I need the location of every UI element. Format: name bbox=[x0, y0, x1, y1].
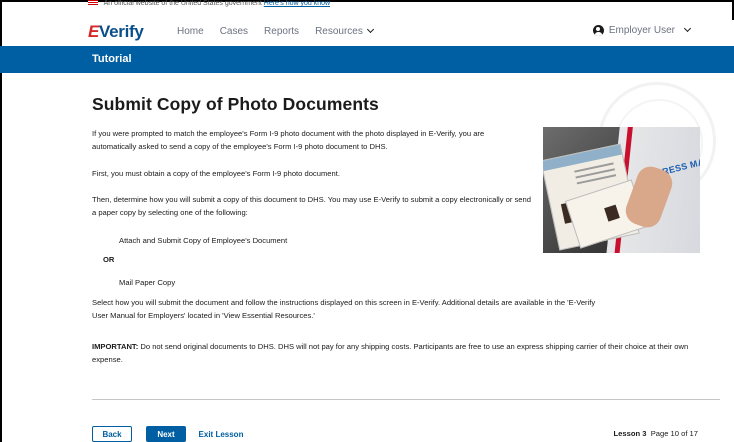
option-attach-submit: Attach and Submit Copy of Employee's Doc… bbox=[119, 236, 288, 245]
nav-cases[interactable]: Cases bbox=[220, 26, 248, 37]
gov-banner-link[interactable]: Here's how you know bbox=[264, 0, 330, 7]
intro-paragraph: If you were prompted to match the employ… bbox=[92, 129, 485, 151]
gov-banner: An official website of the United States… bbox=[88, 0, 330, 8]
lesson-number: Lesson 3 bbox=[613, 429, 647, 438]
next-button[interactable]: Next bbox=[146, 426, 186, 442]
footer-divider bbox=[92, 399, 720, 400]
page-counter: Page 10 of 17 bbox=[650, 429, 698, 438]
lesson-footer: Back Next Exit Lesson Lesson 3 Page 10 o… bbox=[0, 426, 734, 442]
tutorial-title: Tutorial bbox=[92, 53, 132, 65]
express-mail-photo: EXPRESS MAIL bbox=[543, 127, 700, 253]
user-menu[interactable]: Employer User bbox=[592, 24, 692, 36]
everify-logo[interactable]: EVerify bbox=[88, 22, 144, 42]
instructions-paragraph: Select how you will submit the document … bbox=[92, 298, 596, 320]
chevron-down-icon bbox=[683, 24, 692, 33]
option-or-separator: OR bbox=[103, 255, 115, 264]
main-nav: Home Cases Reports Resources bbox=[177, 25, 374, 37]
nav-resources-label: Resources bbox=[315, 26, 363, 37]
lesson-progress: Lesson 3 Page 10 of 17 bbox=[614, 429, 698, 438]
top-nav: EVerify Home Cases Reports Resources Emp… bbox=[0, 10, 734, 44]
option-mail-paper: Mail Paper Copy bbox=[119, 278, 176, 287]
important-label: IMPORTANT: bbox=[92, 342, 139, 351]
chevron-down-icon bbox=[366, 25, 374, 34]
lesson-content: Submit Copy of Photo Documents bbox=[92, 94, 720, 115]
logo-e: E bbox=[88, 22, 100, 41]
obtain-paragraph: First, you must obtain a copy of the emp… bbox=[92, 169, 340, 178]
important-notice: IMPORTANT: Do not send original document… bbox=[92, 340, 712, 366]
tutorial-title-bar: Tutorial bbox=[0, 46, 734, 73]
id-card-photo bbox=[604, 204, 620, 222]
us-flag-icon bbox=[88, 0, 98, 7]
important-text: Do not send original documents to DHS. D… bbox=[92, 342, 689, 364]
exit-lesson-link[interactable]: Exit Lesson bbox=[196, 426, 246, 442]
page-title: Submit Copy of Photo Documents bbox=[92, 94, 379, 114]
nav-home[interactable]: Home bbox=[177, 26, 204, 37]
nav-resources[interactable]: Resources bbox=[315, 25, 374, 37]
user-name: Employer User bbox=[608, 25, 675, 36]
determine-paragraph: Then, determine how you will submit a co… bbox=[92, 195, 531, 217]
back-button[interactable]: Back bbox=[92, 426, 132, 442]
logo-verify: Verify bbox=[99, 22, 144, 41]
user-icon bbox=[592, 25, 604, 36]
gov-banner-text: An official website of the United States… bbox=[103, 0, 262, 7]
nav-reports[interactable]: Reports bbox=[264, 26, 299, 37]
